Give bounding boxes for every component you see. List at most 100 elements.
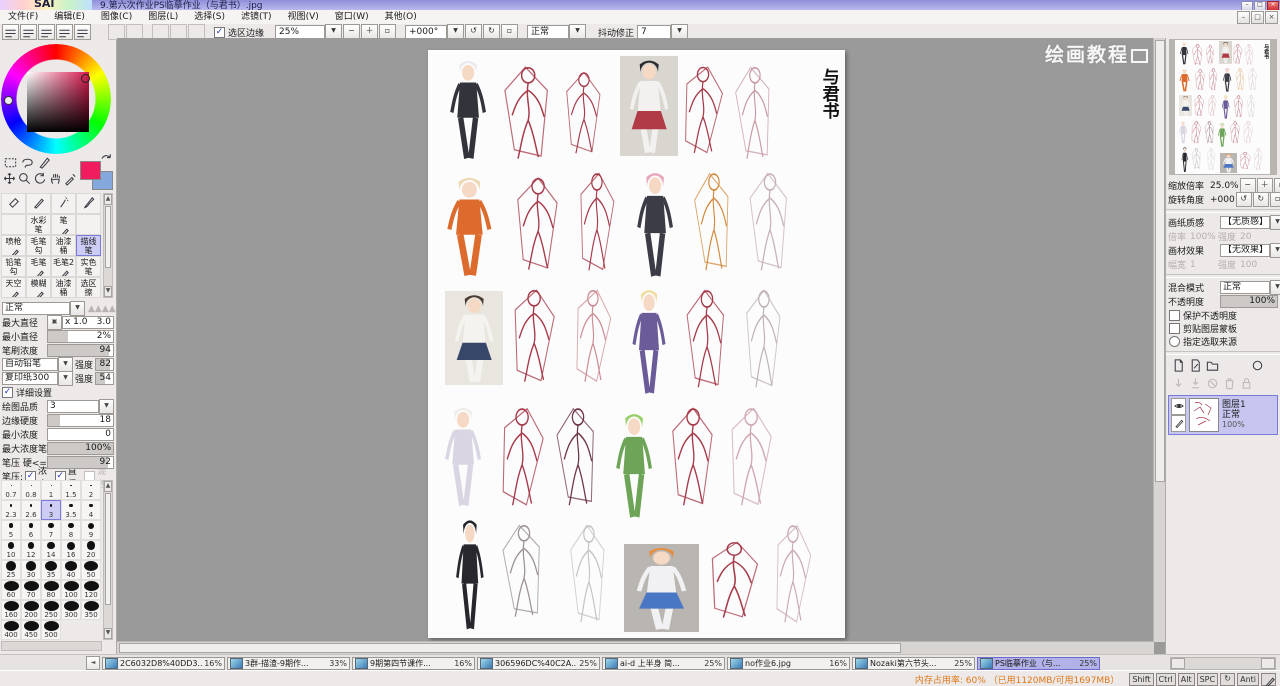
document-tab-Nozaki第六节头...[interactable]: Nozaki第六节头... 25% bbox=[852, 656, 975, 670]
brush-size-7[interactable]: 7 bbox=[41, 520, 61, 540]
menu-视图(V)[interactable]: 视图(V) bbox=[280, 11, 327, 24]
brush-size-400[interactable]: 400 bbox=[1, 620, 21, 640]
panel-scrollbar[interactable] bbox=[1170, 656, 1276, 670]
document-close-button[interactable]: × bbox=[1265, 11, 1278, 24]
select-rect-tool[interactable] bbox=[2, 155, 19, 171]
brush-size-10[interactable]: 10 bbox=[1, 540, 21, 560]
document-tab-3群-描渣-9期作...[interactable]: 3群-描渣-9期作... 33% bbox=[227, 656, 350, 670]
nav-zoom-reset-button[interactable]: ▫ bbox=[1273, 178, 1280, 193]
brush-天空[interactable]: 天空 bbox=[1, 277, 26, 298]
最小直径-slider[interactable]: 2% bbox=[47, 330, 114, 343]
size-grid-hscrollbar[interactable] bbox=[1, 641, 102, 651]
brush-size-35[interactable]: 35 bbox=[41, 560, 61, 580]
menu-选择(S)[interactable]: 选择(S) bbox=[186, 11, 233, 24]
brush-描线笔[interactable]: 描线笔 bbox=[76, 235, 101, 256]
window-maximize-button[interactable]: □ bbox=[1254, 1, 1266, 10]
brush-size-3.5[interactable]: 3.5 bbox=[61, 500, 81, 520]
brush-size-100[interactable]: 100 bbox=[61, 580, 81, 600]
brush-size-9[interactable]: 9 bbox=[81, 520, 101, 540]
brush-size-2.6[interactable]: 2.6 bbox=[21, 500, 41, 520]
brush-size-500[interactable]: 500 bbox=[41, 620, 61, 640]
material-effect-box[interactable]: 【无效果】 bbox=[1220, 244, 1270, 257]
brush-blend-mode-dropdown[interactable]: ▼ bbox=[70, 301, 85, 316]
clear-layer-button[interactable] bbox=[1204, 376, 1221, 392]
nav-rotate-ccw-button[interactable]: ↺ bbox=[1235, 192, 1252, 207]
document-tab-9期第四节课作...[interactable]: 9期第四节课作... 16% bbox=[352, 656, 475, 670]
zoom-tool[interactable] bbox=[17, 171, 32, 187]
自动铅笔-dropdown[interactable]: ▼ bbox=[58, 357, 73, 372]
delete-layer-button[interactable] bbox=[1221, 376, 1238, 392]
brush-grid-scrollbar[interactable]: ▲ ▼ bbox=[103, 193, 113, 298]
view-layout-button-4[interactable] bbox=[56, 24, 73, 40]
brush-size-30[interactable]: 30 bbox=[21, 560, 41, 580]
view-layout-button-1[interactable] bbox=[2, 24, 19, 40]
brush-size-14[interactable]: 14 bbox=[41, 540, 61, 560]
new-layer-folder-button[interactable] bbox=[1204, 358, 1221, 374]
pen-tool-tool[interactable] bbox=[36, 155, 53, 171]
rotate-view-tool[interactable] bbox=[32, 171, 47, 187]
document-minimize-button[interactable]: – bbox=[1237, 11, 1250, 24]
diameter-unit-button[interactable]: ▣ bbox=[47, 315, 62, 330]
layer-item-selected[interactable]: 图层1 正常 100% bbox=[1168, 395, 1278, 435]
document-tab-ai-d 上半身 简...[interactable]: ai-d 上半身 简... 25% bbox=[602, 656, 725, 670]
document-tab-PS临摹作业（与...[interactable]: PS临摹作业（与... 25% bbox=[977, 656, 1100, 670]
最小浓度-slider[interactable]: 0 bbox=[47, 428, 114, 441]
new-linework-layer-button[interactable] bbox=[1187, 358, 1204, 374]
指定选取来源-radio[interactable] bbox=[1169, 336, 1180, 347]
复印纸300-strength-slider[interactable]: 54 bbox=[95, 372, 114, 385]
hue-selector[interactable] bbox=[4, 96, 13, 105]
detail-settings-checkbox[interactable]: ✓ bbox=[2, 387, 13, 398]
lasso-tool[interactable] bbox=[19, 155, 36, 171]
brush-size-120[interactable]: 120 bbox=[81, 580, 101, 600]
eyedropper-tool[interactable] bbox=[63, 171, 78, 187]
brush-选区擦[interactable]: 选区擦 bbox=[76, 277, 101, 298]
brush-size-3[interactable]: 3 bbox=[41, 500, 61, 520]
taskbar-scroll-left-button[interactable]: ◄ bbox=[86, 656, 100, 670]
笔刷浓度-slider[interactable]: 94 bbox=[47, 344, 114, 357]
绘图品质-box[interactable]: 3 bbox=[47, 400, 99, 413]
layer-opacity-slider[interactable]: 100% bbox=[1220, 295, 1278, 308]
brush-size-0.7[interactable]: 0.7 bbox=[1, 480, 21, 500]
最大浓度笔压-slider[interactable]: 100% bbox=[47, 442, 114, 455]
brush-pen[interactable] bbox=[26, 193, 51, 214]
nav-zoom-out-button[interactable]: − bbox=[1239, 178, 1256, 193]
复印纸300-box[interactable]: 复印纸300 bbox=[2, 372, 58, 385]
brush-size-300[interactable]: 300 bbox=[61, 600, 81, 620]
canvas-document-page[interactable]: 与君书 bbox=[428, 50, 845, 638]
brush-size-80[interactable]: 80 bbox=[41, 580, 61, 600]
blend-mode-box[interactable]: 正常 bbox=[1220, 281, 1270, 294]
paper-texture-dropdown[interactable]: ▼ bbox=[1270, 215, 1280, 230]
brush-实色笔[interactable]: 实色笔 bbox=[76, 256, 101, 277]
nav-angle-reset-button[interactable]: ▫ bbox=[1269, 192, 1280, 207]
自动铅笔-strength-slider[interactable]: 82 bbox=[95, 358, 114, 371]
brush-size-60[interactable]: 60 bbox=[1, 580, 21, 600]
brush-size-25[interactable]: 25 bbox=[1, 560, 21, 580]
边缘硬度-slider[interactable]: 18 bbox=[47, 414, 114, 427]
brush-size-6[interactable]: 6 bbox=[21, 520, 41, 540]
brush-size-250[interactable]: 250 bbox=[41, 600, 61, 620]
自动铅笔-box[interactable]: 自动铅笔 bbox=[2, 358, 58, 371]
menu-图像(C)[interactable]: 图像(C) bbox=[93, 11, 140, 24]
canvas-area[interactable]: 与君书 绘画教程 bbox=[117, 38, 1166, 654]
layer-mask-button[interactable] bbox=[1249, 358, 1266, 374]
move-tool[interactable] bbox=[2, 171, 17, 187]
blend-mode-dropdown[interactable]: ▼ bbox=[1270, 280, 1280, 295]
zoom-value-box[interactable]: 25% bbox=[275, 25, 326, 39]
brush-模糊[interactable]: 模糊 bbox=[26, 277, 51, 298]
复印纸300-dropdown[interactable]: ▼ bbox=[58, 371, 73, 386]
menu-图层(L)[interactable]: 图层(L) bbox=[140, 11, 186, 24]
brush-size-1.5[interactable]: 1.5 bbox=[61, 480, 81, 500]
canvas-horizontal-scrollbar[interactable] bbox=[117, 641, 1154, 654]
document-tab-2C6032D8%40DD3...[interactable]: 2C6032D8%40DD3... 16% bbox=[102, 656, 225, 670]
brush-size-160[interactable]: 160 bbox=[1, 600, 21, 620]
layer-visibility-toggle[interactable] bbox=[1171, 398, 1186, 415]
brush-size-5[interactable]: 5 bbox=[1, 520, 21, 540]
brush-eraser[interactable] bbox=[1, 193, 26, 214]
document-tab-no作业6.jpg[interactable]: no作业6.jpg 16% bbox=[727, 656, 850, 670]
brush-size-16[interactable]: 16 bbox=[61, 540, 81, 560]
brush-铅笔勾[interactable]: 铅笔勾 bbox=[1, 256, 26, 277]
brush-毛笔2[interactable]: 毛笔2 bbox=[51, 256, 76, 277]
brush-油漆桶[interactable]: 油漆桶 bbox=[51, 235, 76, 256]
brush-size-350[interactable]: 350 bbox=[81, 600, 101, 620]
menu-文件(F)[interactable]: 文件(F) bbox=[0, 11, 46, 24]
